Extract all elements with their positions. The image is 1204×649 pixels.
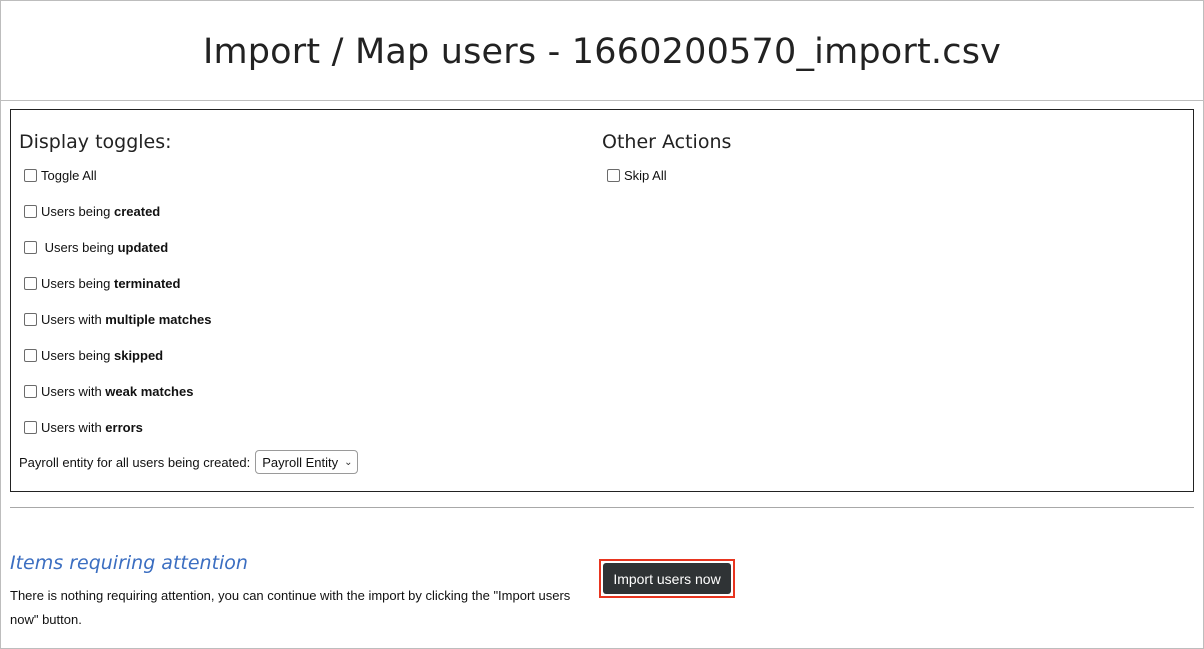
toggle-label-prefix: Users being: [41, 276, 114, 291]
skip-all-label: Skip All: [624, 168, 667, 183]
toggle-weak-matches-checkbox[interactable]: [24, 385, 37, 398]
toggle-label-bold: errors: [105, 420, 143, 435]
skip-all-option[interactable]: Skip All: [602, 168, 667, 183]
other-actions-heading: Other Actions: [602, 131, 732, 153]
toggle-label-bold: created: [113, 204, 161, 219]
toggle-skipped-option[interactable]: Users being skipped: [19, 348, 163, 363]
toggle-created-checkbox[interactable]: [24, 205, 37, 218]
page-title: Import / Map users - 1660200570_import.c…: [202, 31, 1002, 72]
toggle-all-checkbox[interactable]: [24, 169, 37, 182]
options-panel: Display toggles: Toggle All Users being …: [10, 109, 1194, 492]
import-users-now-button[interactable]: Import users now: [603, 563, 731, 594]
payroll-entity-select[interactable]: Payroll Entity ⌄: [255, 450, 358, 474]
toggle-label-bold: terminated: [113, 276, 181, 291]
toggle-errors-option[interactable]: Users with errors: [19, 420, 143, 435]
toggle-updated-checkbox[interactable]: [24, 241, 37, 254]
toggle-label-bold: multiple matches: [105, 312, 212, 327]
toggle-terminated-checkbox[interactable]: [24, 277, 37, 290]
payroll-entity-label: Payroll entity for all users being creat…: [19, 454, 251, 470]
attention-message: There is nothing requiring attention, yo…: [10, 588, 571, 627]
toggle-label-prefix: Users being: [41, 240, 118, 255]
chevron-down-icon: ⌄: [344, 456, 353, 468]
toggle-label-prefix: Users with: [41, 420, 106, 435]
display-toggles-heading: Display toggles:: [19, 131, 172, 153]
section-divider: [10, 507, 1194, 508]
toggle-weak-matches-option[interactable]: Users with weak matches: [19, 384, 193, 399]
toggle-multiple-matches-checkbox[interactable]: [24, 313, 37, 326]
import-button-highlight: Import users now: [599, 559, 735, 598]
toggle-label-prefix: Users being: [41, 204, 114, 219]
toggle-created-option[interactable]: Users being created: [19, 204, 160, 219]
toggle-all-option[interactable]: Toggle All: [19, 168, 97, 183]
page-header: Import / Map users - 1660200570_import.c…: [1, 1, 1203, 101]
toggle-all-label: Toggle All: [41, 168, 97, 183]
payroll-entity-selected-value: Payroll Entity: [262, 454, 339, 470]
toggle-multiple-matches-option[interactable]: Users with multiple matches: [19, 312, 212, 327]
toggle-label-bold: weak matches: [105, 384, 194, 399]
toggle-label-prefix: Users with: [41, 312, 106, 327]
toggle-updated-option[interactable]: Users being updated: [19, 240, 168, 255]
payroll-entity-row: Payroll entity for all users being creat…: [19, 450, 358, 474]
toggle-label-prefix: Users being: [41, 348, 114, 363]
toggle-label-bold: updated: [117, 240, 169, 255]
toggle-label-prefix: Users with: [41, 384, 106, 399]
toggle-label-bold: skipped: [113, 348, 164, 363]
toggle-terminated-option[interactable]: Users being terminated: [19, 276, 180, 291]
skip-all-checkbox[interactable]: [607, 169, 620, 182]
toggle-skipped-checkbox[interactable]: [24, 349, 37, 362]
attention-heading: Items requiring attention: [10, 552, 248, 574]
toggle-errors-checkbox[interactable]: [24, 421, 37, 434]
